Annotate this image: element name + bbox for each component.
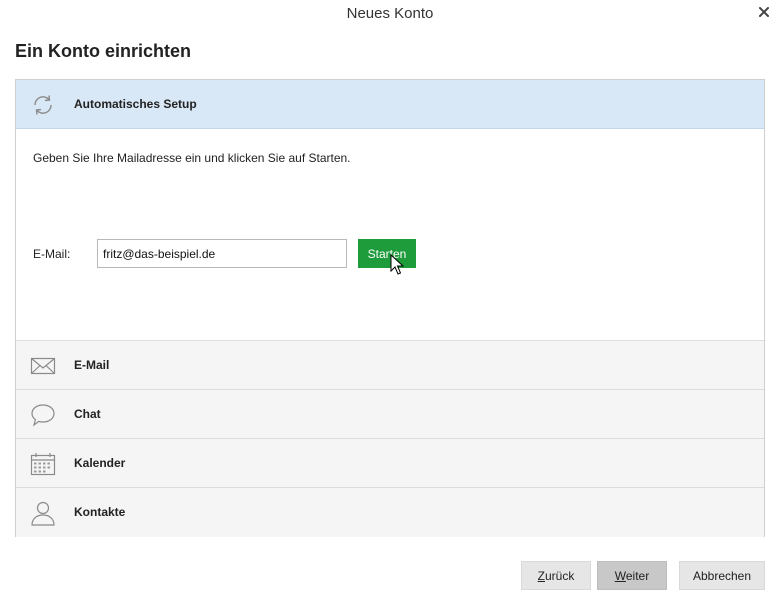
section-chat[interactable]: Chat <box>16 390 764 439</box>
account-type-panel: Automatisches Setup Geben Sie Ihre Maila… <box>15 79 765 537</box>
section-email-label: E-Mail <box>74 358 110 372</box>
title-bar: Neues Konto <box>0 0 780 30</box>
setup-instructions: Geben Sie Ihre Mailadresse ein und klick… <box>33 151 351 165</box>
calendar-icon <box>30 453 56 476</box>
window-title: Neues Konto <box>346 5 434 22</box>
person-icon <box>31 501 55 526</box>
section-calendar[interactable]: Kalender <box>16 439 764 488</box>
automatic-setup-body: Geben Sie Ihre Mailadresse ein und klick… <box>16 129 764 341</box>
section-chat-label: Chat <box>74 407 101 421</box>
envelope-icon <box>30 357 56 375</box>
start-button[interactable]: Starten <box>358 239 416 268</box>
email-label: E-Mail: <box>33 247 71 261</box>
cancel-button[interactable]: Abbrechen <box>679 561 765 590</box>
refresh-icon <box>34 95 52 115</box>
back-button-mnemonic: Z <box>537 568 545 583</box>
section-automatic-setup-label: Automatisches Setup <box>74 97 197 111</box>
section-calendar-label: Kalender <box>74 456 126 470</box>
section-contacts[interactable]: Kontakte <box>16 488 764 537</box>
next-button[interactable]: Weiter <box>597 561 667 590</box>
section-automatic-setup[interactable]: Automatisches Setup <box>16 80 764 129</box>
page-title: Ein Konto einrichten <box>15 41 192 61</box>
email-field[interactable] <box>97 239 347 268</box>
speech-bubble-icon <box>31 404 55 427</box>
next-button-label: eiter <box>625 568 650 583</box>
back-button[interactable]: Zurück <box>521 561 591 590</box>
back-button-label: urück <box>545 568 575 583</box>
close-icon[interactable] <box>756 4 772 20</box>
section-contacts-label: Kontakte <box>74 505 126 519</box>
next-button-mnemonic: W <box>614 568 626 583</box>
section-email[interactable]: E-Mail <box>16 341 764 390</box>
